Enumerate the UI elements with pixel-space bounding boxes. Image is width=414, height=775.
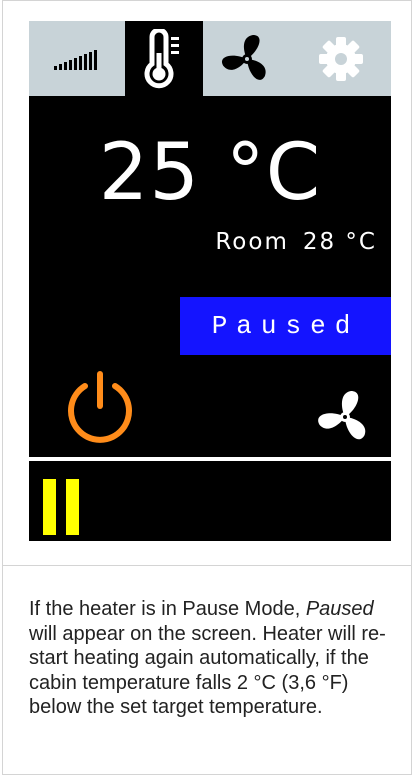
status-badge: Paused (180, 297, 391, 355)
tab-bar (29, 21, 391, 96)
thermometer-icon (144, 28, 179, 88)
caption-emphasis: Paused (305, 598, 374, 620)
screen-divider (29, 457, 391, 461)
set-temperature: 25 °C (98, 128, 322, 218)
caption-text: If the heater is in Pause Mode, Paused w… (29, 597, 399, 720)
tab-settings[interactable] (291, 21, 391, 96)
fan-icon (221, 34, 266, 80)
pause-icon (43, 479, 79, 535)
tab-signal[interactable] (29, 21, 125, 96)
gear-icon (319, 36, 363, 81)
card-divider (3, 565, 411, 566)
caption-before: If the heater is in Pause Mode, (29, 598, 306, 620)
tab-fan[interactable] (203, 21, 291, 96)
room-temperature-readout: Room 28 °C (215, 229, 377, 255)
fan-button[interactable] (317, 389, 373, 445)
signal-strength-icon (54, 49, 97, 70)
heater-display: 25 °C Room 28 °C Paused (29, 21, 391, 541)
pause-button[interactable] (43, 479, 81, 535)
power-button[interactable] (61, 368, 139, 446)
fan-icon (318, 391, 366, 440)
info-card: 25 °C Room 28 °C Paused If the heater is… (2, 0, 412, 775)
room-temperature-value: 28 °C (302, 229, 377, 255)
caption-after: will appear on the screen. Heater will r… (29, 622, 386, 719)
tab-temperature[interactable] (125, 21, 203, 96)
room-label: Room (215, 229, 289, 255)
power-icon (68, 371, 132, 443)
